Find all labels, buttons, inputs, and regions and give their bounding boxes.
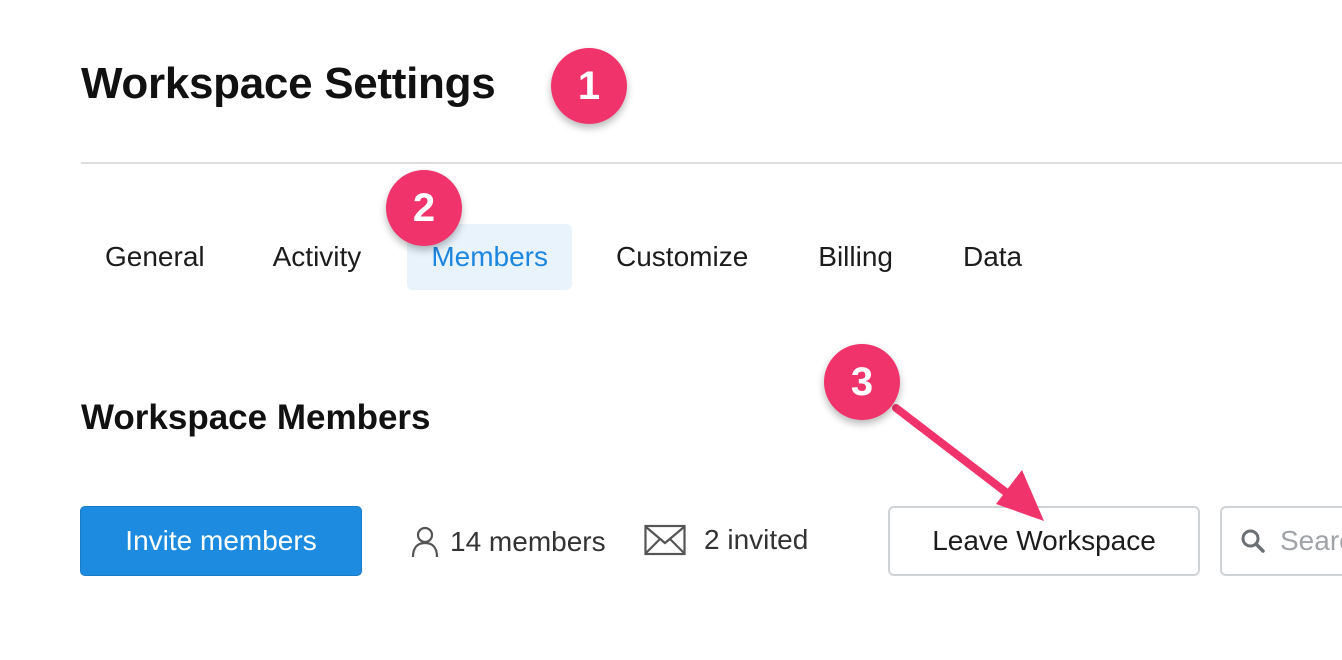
annotation-badge-1: 1 — [551, 48, 627, 124]
header-divider — [81, 162, 1342, 164]
settings-tabs: General Activity Members Customize Billi… — [81, 224, 1022, 290]
invited-count-label: 2 invited — [704, 524, 809, 555]
page-title: Workspace Settings — [81, 59, 496, 108]
tab-general[interactable]: General — [105, 224, 205, 290]
annotation-badge-2: 2 — [386, 170, 462, 246]
invite-members-button[interactable]: Invite members — [80, 506, 362, 576]
envelope-icon — [644, 524, 686, 556]
invited-count: 2 invited — [644, 518, 808, 562]
annotation-badge-3: 3 — [824, 344, 900, 420]
tab-customize[interactable]: Customize — [616, 224, 748, 290]
section-title: Workspace Members — [81, 398, 431, 437]
person-icon — [411, 526, 439, 558]
member-count: 14 members — [410, 520, 606, 564]
tab-data[interactable]: Data — [963, 224, 1022, 290]
leave-workspace-button[interactable]: Leave Workspace — [888, 506, 1200, 576]
member-count-label: 14 members — [450, 526, 606, 557]
tab-billing[interactable]: Billing — [818, 224, 893, 290]
tab-activity[interactable]: Activity — [273, 224, 362, 290]
workspace-settings-page: Workspace Settings General Activity Memb… — [0, 0, 1342, 660]
search-input[interactable] — [1280, 525, 1342, 557]
search-icon — [1241, 529, 1265, 553]
search-box[interactable] — [1220, 506, 1342, 576]
